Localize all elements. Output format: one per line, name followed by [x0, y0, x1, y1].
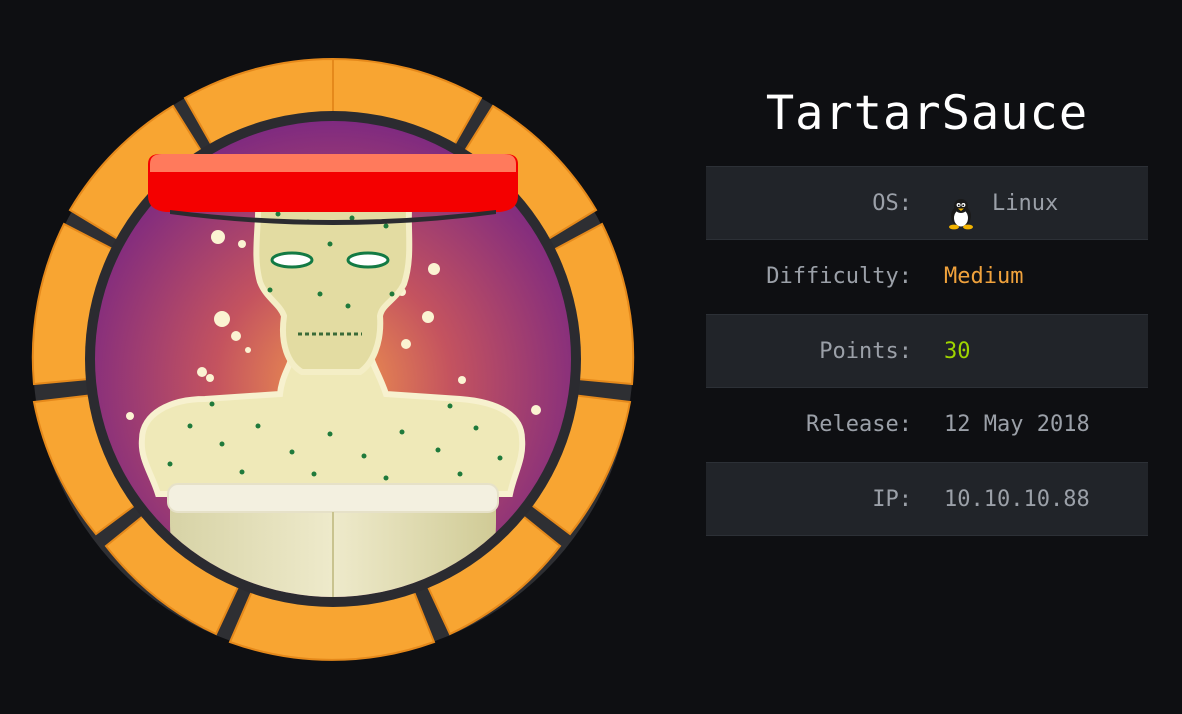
machine-info-card: TartarSauce OS: Linux Difficulty: Medium… — [0, 0, 1182, 714]
os-label: OS: — [872, 191, 912, 216]
os-name: Linux — [992, 191, 1059, 216]
info-row-os: OS: Linux — [706, 166, 1148, 240]
info-row-ip: IP: 10.10.10.88 — [706, 462, 1148, 536]
os-value: Linux — [944, 167, 1058, 241]
info-row-points: Points: 30 — [706, 314, 1148, 388]
release-label: Release: — [806, 412, 912, 437]
ip-value: 10.10.10.88 — [944, 487, 1090, 512]
info-row-release: Release: 12 May 2018 — [706, 388, 1148, 462]
tartar-sauce-jar-avatar — [31, 57, 635, 661]
points-value: 30 — [944, 339, 971, 364]
machine-avatar-badge — [30, 54, 636, 666]
info-table: OS: Linux Difficulty: Medium Points: 30 … — [706, 166, 1148, 536]
difficulty-label: Difficulty: — [766, 264, 912, 289]
ip-label: IP: — [872, 487, 912, 512]
points-label: Points: — [819, 339, 912, 364]
release-value: 12 May 2018 — [944, 412, 1090, 437]
tux-penguin-icon — [944, 187, 978, 230]
difficulty-value: Medium — [944, 264, 1024, 289]
info-row-difficulty: Difficulty: Medium — [706, 240, 1148, 314]
machine-title: TartarSauce — [765, 86, 1089, 141]
